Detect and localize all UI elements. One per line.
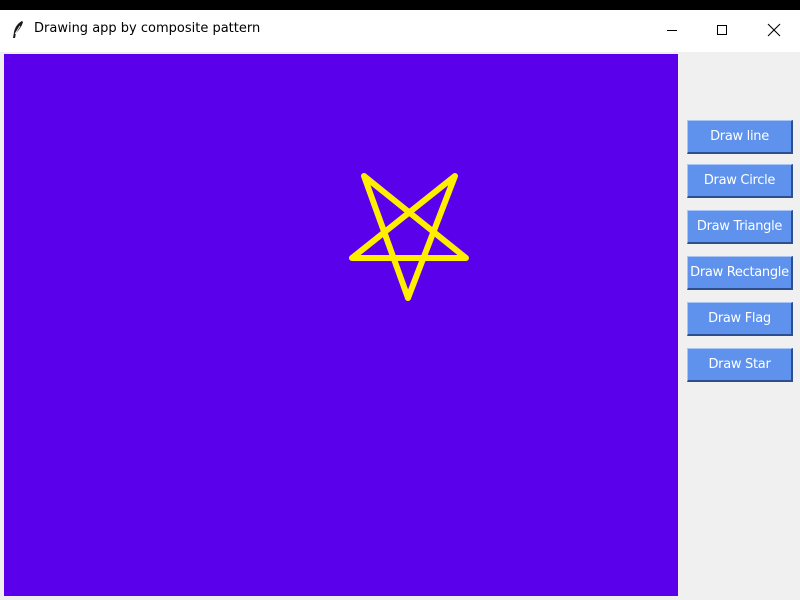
window-title: Drawing app by composite pattern	[34, 21, 261, 36]
draw-rectangle-button[interactable]: Draw Rectangle	[687, 256, 793, 290]
canvas-svg	[349, 173, 469, 301]
star-shape	[349, 173, 469, 301]
drawing-canvas[interactable]	[4, 54, 678, 596]
client-area: Draw line Draw Circle Draw Triangle Draw…	[0, 52, 800, 600]
maximize-button[interactable]	[699, 10, 745, 50]
draw-line-button[interactable]: Draw line	[687, 120, 793, 154]
draw-flag-button[interactable]: Draw Flag	[687, 302, 793, 336]
title-bar[interactable]: Drawing app by composite pattern	[0, 10, 800, 52]
draw-triangle-button[interactable]: Draw Triangle	[687, 210, 793, 244]
feather-icon	[10, 20, 26, 40]
minimize-icon	[667, 30, 677, 31]
app-window: Drawing app by composite pattern Draw li…	[0, 10, 800, 600]
maximize-icon	[717, 25, 727, 35]
close-button[interactable]	[751, 10, 797, 50]
draw-star-button[interactable]: Draw Star	[687, 348, 793, 382]
close-icon	[767, 23, 781, 37]
draw-circle-button[interactable]: Draw Circle	[687, 164, 793, 198]
minimize-button[interactable]	[649, 10, 695, 50]
